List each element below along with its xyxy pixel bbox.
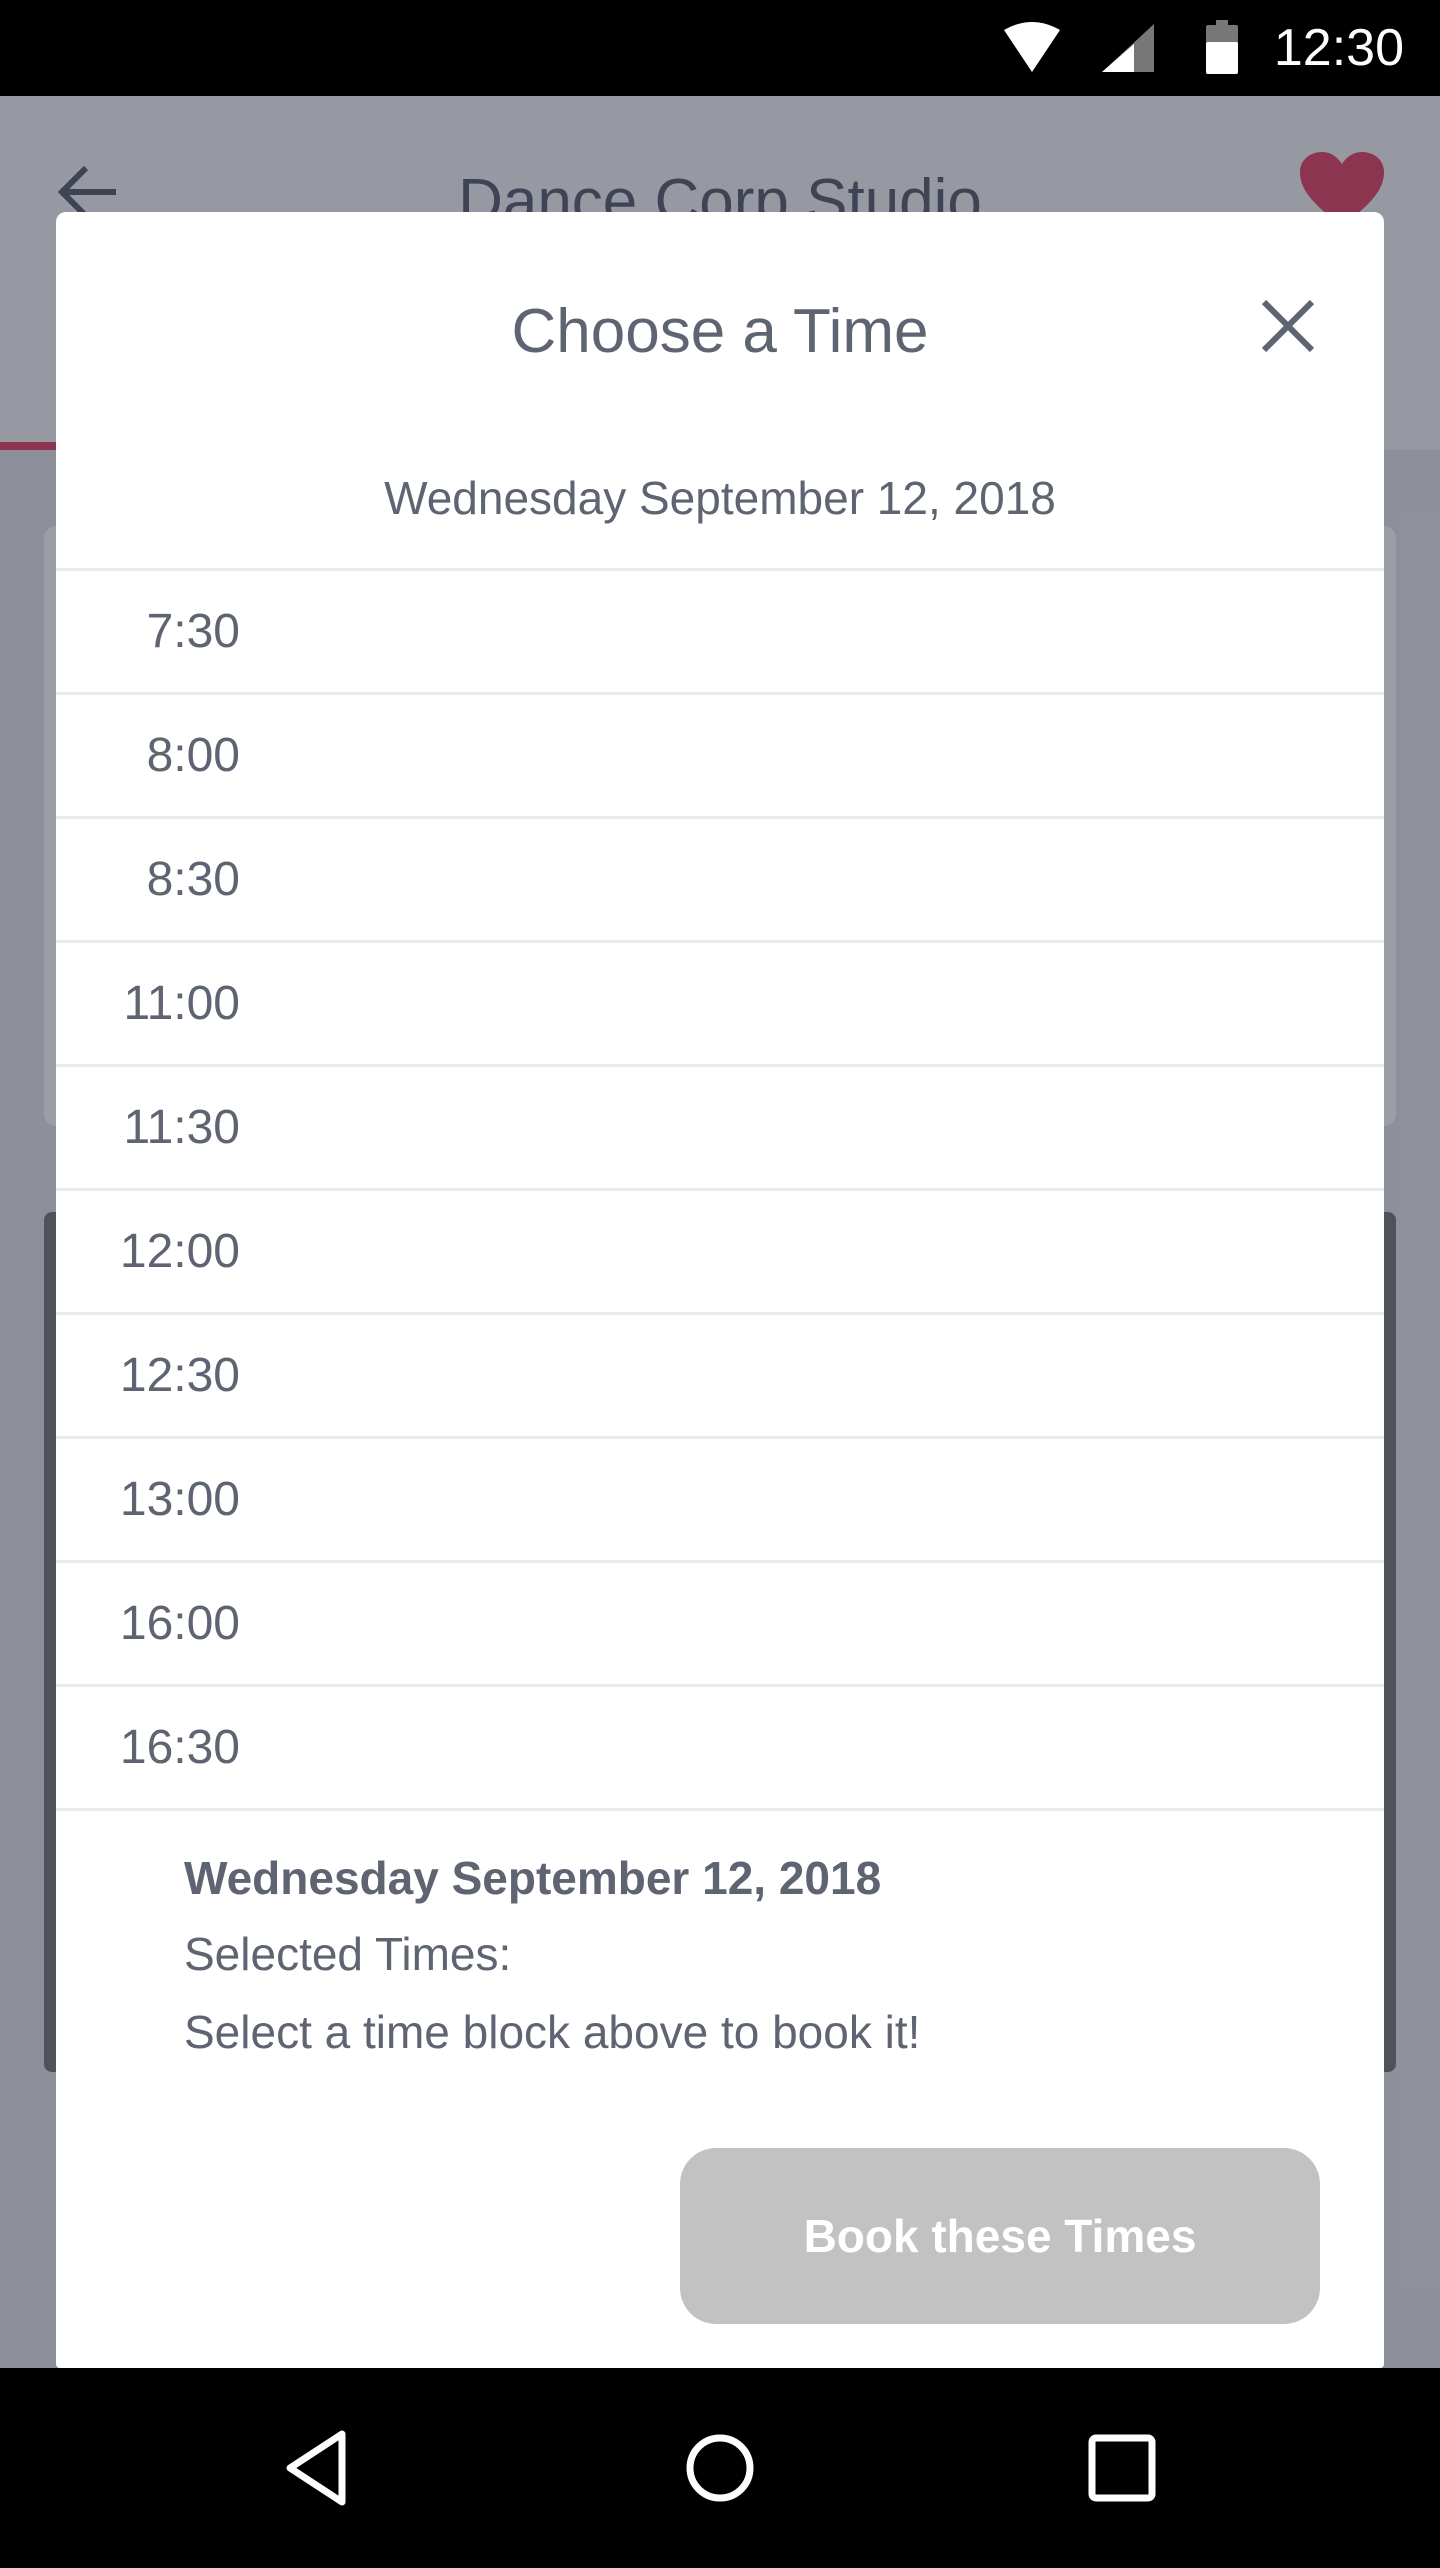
wifi-icon <box>1004 22 1060 72</box>
time-slot-row[interactable]: 12:00 <box>56 1191 1384 1315</box>
status-clock: 12:30 <box>1273 19 1404 77</box>
time-slot-label: 8:00 <box>146 729 240 782</box>
time-slot-label: 7:30 <box>146 605 240 658</box>
status-bar: 12:30 <box>0 0 1440 96</box>
modal-title: Choose a Time <box>511 297 929 366</box>
time-slot-row[interactable]: 11:00 <box>56 943 1384 1067</box>
nav-back-icon[interactable] <box>272 2420 368 2516</box>
time-slot-label: 16:30 <box>119 1721 240 1774</box>
time-slot-label: 13:00 <box>119 1473 240 1526</box>
close-icon[interactable] <box>1240 278 1336 374</box>
time-slot-label: 12:00 <box>119 1225 240 1278</box>
time-slot-row[interactable]: 11:30 <box>56 1067 1384 1191</box>
time-list: 7:30 8:00 8:30 11:00 11:30 12:00 12:30 1… <box>56 568 1384 1811</box>
time-slot-label: 11:30 <box>123 1101 240 1154</box>
nav-home-icon[interactable] <box>672 2420 768 2516</box>
time-slot-row[interactable]: 8:30 <box>56 819 1384 943</box>
time-slot-row[interactable]: 12:30 <box>56 1315 1384 1439</box>
book-times-button[interactable]: Book these Times <box>680 2148 1320 2324</box>
time-slot-label: 11:00 <box>123 977 240 1030</box>
time-slot-label: 16:00 <box>119 1597 240 1650</box>
selection-hint: Select a time block above to book it! <box>184 2006 921 2058</box>
time-slot-row[interactable]: 16:00 <box>56 1563 1384 1687</box>
signal-icon <box>1102 24 1154 72</box>
time-slot-row[interactable]: 8:00 <box>56 695 1384 819</box>
selected-times-label: Selected Times: <box>184 1928 512 1980</box>
selection-summary: Wednesday September 12, 2018 Selected Ti… <box>184 1846 1284 2064</box>
summary-date: Wednesday September 12, 2018 <box>184 1852 882 1904</box>
time-slot-row[interactable]: 16:30 <box>56 1687 1384 1811</box>
time-slot-row[interactable]: 7:30 <box>56 571 1384 695</box>
battery-icon <box>1206 20 1238 74</box>
time-slot-label: 12:30 <box>119 1349 240 1402</box>
modal-date: Wednesday September 12, 2018 <box>384 472 1056 524</box>
navigation-bar <box>0 2368 1440 2568</box>
choose-time-modal: Choose a Time Wednesday September 12, 20… <box>56 212 1384 2368</box>
time-slot-row[interactable]: 13:00 <box>56 1439 1384 1563</box>
nav-recents-icon[interactable] <box>1074 2420 1170 2516</box>
time-slot-label: 8:30 <box>146 853 240 906</box>
